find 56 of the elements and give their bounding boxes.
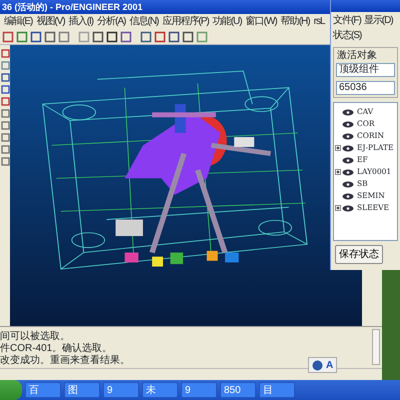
message-line: 件COR-401。确认选取。 [0,343,112,354]
taskbar-button[interactable]: 目 [259,382,295,398]
menu-item[interactable]: 显示(D) [364,13,393,28]
toolbar-button[interactable] [154,30,166,42]
menu-item[interactable]: 插入(I) [68,14,94,29]
toolbar-button[interactable] [106,30,118,42]
eye-icon [342,108,354,116]
menu-item[interactable]: 信息(N) [129,14,158,29]
menu-item[interactable]: 帮助(H) [280,14,310,29]
taskbar-button[interactable]: 9 [103,382,139,398]
expand-icon[interactable] [335,145,341,151]
toolbar-button[interactable] [0,85,10,94]
eye-icon [342,192,354,200]
eye-icon [342,180,354,188]
toolbar-button[interactable] [120,30,132,42]
toolbar-button[interactable] [168,30,180,42]
taskbar-button[interactable]: 图 [64,382,100,398]
taskbar-button[interactable]: 9 [181,382,217,398]
eye-icon [342,132,354,140]
menu-item[interactable]: 文件(F) [333,13,361,28]
toolbar-button[interactable] [182,30,194,42]
message-line: 改变成功。重画来查看结果。 [0,355,130,366]
toolbar-button[interactable] [44,30,56,42]
menu-item[interactable]: 功能(U) [212,14,242,29]
eye-icon [342,156,354,164]
eye-icon [342,204,354,212]
input-field[interactable]: 65036 [336,81,395,95]
menu-item[interactable]: 窗口(W) [246,14,277,29]
language-indicator[interactable]: A [326,358,334,372]
eye-icon [342,144,354,152]
message-line: 间可以被选取。 [0,331,70,342]
taskbar-button[interactable]: 百 [25,382,61,398]
toolbar-button[interactable] [92,30,104,42]
expand-icon[interactable] [335,169,341,175]
taskbar-button[interactable]: 未 [142,382,178,398]
title-bar [331,0,400,12]
menu-item[interactable]: 状态(S) [333,28,362,43]
toolbar-button[interactable] [0,97,10,106]
toolbar-button[interactable] [0,73,10,82]
scrollbar[interactable] [372,329,380,365]
toolbar-button[interactable] [140,30,152,42]
menu-item[interactable]: 视图(V) [36,14,65,29]
toolbar-button[interactable] [0,49,10,58]
input-method-icon[interactable] [312,360,323,370]
object-field[interactable]: 顶级组件 [336,63,395,77]
eye-icon [342,168,354,176]
save-state-button[interactable]: 保存状态 [335,245,383,264]
menu-item[interactable]: 编辑(E) [4,14,32,29]
menu-item[interactable]: 应用程序(P) [162,14,209,29]
menu-item[interactable]: rsL [314,14,325,29]
taskbar-button[interactable]: 850 [220,382,256,398]
start-button[interactable] [0,380,22,400]
eye-icon [342,120,354,128]
menu-item[interactable]: 分析(A) [97,14,126,29]
toolbar-button[interactable] [30,30,42,42]
expand-icon[interactable] [335,205,341,211]
